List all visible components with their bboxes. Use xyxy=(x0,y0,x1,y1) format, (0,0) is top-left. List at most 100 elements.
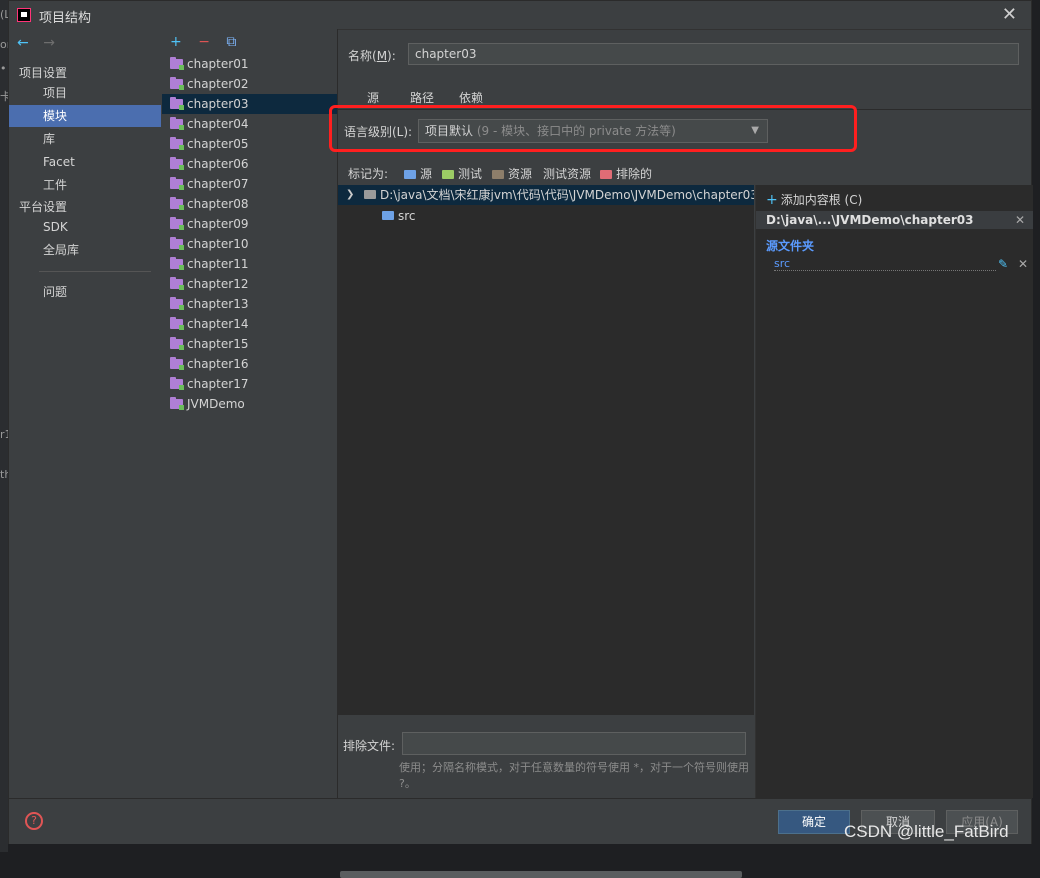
nav-item-modules[interactable]: 模块 xyxy=(9,105,161,127)
content-root-header: D:\java\...\JVMDemo\chapter03 ✕ xyxy=(756,211,1033,229)
module-folder-icon xyxy=(170,197,184,210)
mark-resources-button[interactable]: 资源 xyxy=(492,165,532,182)
module-item[interactable]: JVMDemo xyxy=(162,394,337,414)
chevron-down-icon: ▼ xyxy=(751,125,759,136)
folder-icon xyxy=(364,190,376,199)
language-level-select[interactable]: 项目默认 (9 - 模块、接口中的 private 方法等) ▼ xyxy=(418,119,768,143)
module-name-input[interactable]: chapter03 xyxy=(408,43,1019,65)
back-arrow-icon[interactable]: ← xyxy=(17,35,29,51)
module-folder-icon xyxy=(170,397,184,410)
content-roots-panel: + 添加内容根 (C) D:\java\...\JVMDemo\chapter03… xyxy=(755,185,1033,798)
tree-src-node[interactable]: src xyxy=(382,207,416,225)
module-toolbar: + − ⧉ xyxy=(170,34,248,50)
ok-button[interactable]: 确定 xyxy=(778,810,850,834)
module-item[interactable]: chapter11 xyxy=(162,254,337,274)
module-folder-icon xyxy=(170,137,184,150)
source-folder-icon xyxy=(382,211,394,220)
module-folder-icon xyxy=(170,157,184,170)
remove-icon[interactable]: − xyxy=(198,34,210,50)
module-item[interactable]: chapter05 xyxy=(162,134,337,154)
module-folder-icon xyxy=(170,57,184,70)
nav-arrows: ← → xyxy=(17,35,55,51)
cancel-button[interactable]: 取消 xyxy=(861,810,935,834)
module-folder-icon xyxy=(170,117,184,130)
tab-paths[interactable]: 路径 xyxy=(410,89,434,106)
button-bar: ? 确定 取消 应用(A) xyxy=(9,798,1031,844)
module-label: chapter16 xyxy=(187,357,249,371)
section-platform-settings: 平台设置 xyxy=(19,200,68,214)
nav-divider xyxy=(39,271,151,272)
nav-item-libraries[interactable]: 库 xyxy=(9,128,161,150)
forward-arrow-icon[interactable]: → xyxy=(43,35,55,51)
module-label: chapter01 xyxy=(187,57,249,71)
module-label: chapter08 xyxy=(187,197,249,211)
folder-icon xyxy=(492,170,504,179)
tab-sources[interactable]: 源 xyxy=(367,89,379,106)
module-detail: 名称(M): chapter03 源 路径 依赖 语言级别(L): 项目默认 (… xyxy=(329,29,1033,878)
module-label: chapter06 xyxy=(187,157,249,171)
chevron-down-icon[interactable]: ❯ xyxy=(346,185,354,205)
nav-item-problems[interactable]: 问题 xyxy=(9,281,161,303)
module-item[interactable]: chapter07 xyxy=(162,174,337,194)
add-icon[interactable]: + xyxy=(170,34,182,50)
module-label: chapter04 xyxy=(187,117,249,131)
module-folder-icon xyxy=(170,237,184,250)
source-folder-entry: src xyxy=(774,257,996,271)
remove-root-icon[interactable]: ✕ xyxy=(1015,211,1025,229)
language-level-hint: (9 - 模块、接口中的 private 方法等) xyxy=(476,124,676,138)
module-item[interactable]: chapter17 xyxy=(162,374,337,394)
horizontal-scrollbar[interactable] xyxy=(340,871,742,878)
help-icon[interactable]: ? xyxy=(25,812,43,830)
module-item[interactable]: chapter13 xyxy=(162,294,337,314)
module-item[interactable]: chapter09 xyxy=(162,214,337,234)
module-item[interactable]: chapter08 xyxy=(162,194,337,214)
close-icon[interactable]: ✕ xyxy=(1002,4,1017,25)
module-item[interactable]: chapter06 xyxy=(162,154,337,174)
module-item[interactable]: chapter15 xyxy=(162,334,337,354)
module-item[interactable]: chapter12 xyxy=(162,274,337,294)
module-item[interactable]: chapter04 xyxy=(162,114,337,134)
module-item[interactable]: chapter14 xyxy=(162,314,337,334)
module-label: chapter03 xyxy=(187,97,249,111)
background-window-edge: (L on • 卡 r1 th xyxy=(0,0,14,852)
dialog-title: 项目结构 xyxy=(39,11,92,26)
module-label: chapter15 xyxy=(187,337,249,351)
module-item[interactable]: chapter16 xyxy=(162,354,337,374)
module-label: JVMDemo xyxy=(187,397,245,411)
mark-excluded-button[interactable]: 排除的 xyxy=(600,165,652,182)
nav-item-artifacts[interactable]: 工件 xyxy=(9,174,161,196)
module-label: chapter17 xyxy=(187,377,249,391)
exclude-files-input[interactable] xyxy=(402,732,746,755)
content-root-tree: ❯ D:\java\文档\宋红康jvm\代码\代码\JVMDemo\JVMDem… xyxy=(338,185,754,878)
remove-source-icon[interactable]: ✕ xyxy=(1018,257,1028,271)
add-content-root-button[interactable]: + 添加内容根 (C) xyxy=(766,191,862,208)
mark-test-resources-button[interactable]: 测试资源 xyxy=(543,165,591,182)
project-structure-dialog: 项目结构 ✕ ← → 项目设置 项目 模块 库 Facet 工件 平台设置 SD… xyxy=(8,0,1033,878)
tree-root-node[interactable]: ❯ D:\java\文档\宋红康jvm\代码\代码\JVMDemo\JVMDem… xyxy=(338,185,754,205)
source-folders-title: 源文件夹 xyxy=(766,239,815,253)
nav-item-sdk[interactable]: SDK xyxy=(9,216,161,238)
module-label: chapter07 xyxy=(187,177,249,191)
settings-nav: ← → 项目设置 项目 模块 库 Facet 工件 平台设置 SDK 全局库 问… xyxy=(9,29,163,798)
module-item[interactable]: chapter10 xyxy=(162,234,337,254)
pencil-icon[interactable]: ✎ xyxy=(998,257,1008,271)
module-label: chapter02 xyxy=(187,77,249,91)
module-folder-icon xyxy=(170,177,184,190)
language-level-label: 语言级别(L): xyxy=(344,125,413,139)
nav-item-facet[interactable]: Facet xyxy=(9,151,161,173)
module-item[interactable]: chapter01 xyxy=(162,54,337,74)
nav-item-project[interactable]: 项目 xyxy=(9,82,161,104)
bg-fragment: • xyxy=(0,62,7,75)
module-tabs: 源 路径 依赖 xyxy=(338,87,1032,110)
mark-tests-button[interactable]: 测试 xyxy=(442,165,482,182)
name-label: 名称(M): xyxy=(348,49,396,63)
module-folder-icon xyxy=(170,317,184,330)
mark-sources-button[interactable]: 源 xyxy=(404,165,432,182)
apply-button[interactable]: 应用(A) xyxy=(946,810,1018,834)
nav-item-global-libraries[interactable]: 全局库 xyxy=(9,239,161,261)
copy-icon[interactable]: ⧉ xyxy=(226,34,236,50)
tab-dependencies[interactable]: 依赖 xyxy=(459,89,483,106)
module-folder-icon xyxy=(170,357,184,370)
module-item[interactable]: chapter02 xyxy=(162,74,337,94)
module-item[interactable]: chapter03 xyxy=(162,94,337,114)
